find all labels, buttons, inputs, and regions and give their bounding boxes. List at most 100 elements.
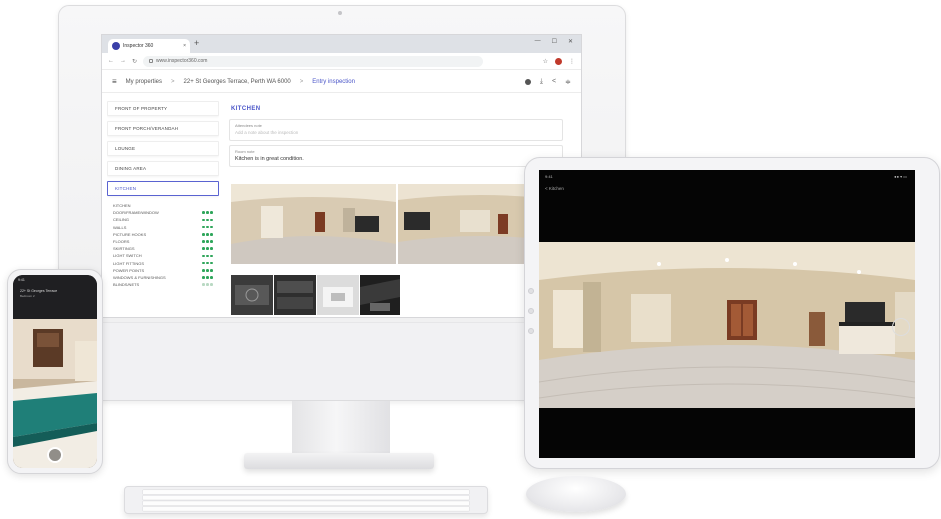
- forward-icon[interactable]: →: [120, 58, 126, 64]
- sidebar-item-dining-area[interactable]: DINING AREA: [107, 161, 219, 176]
- list-item[interactable]: POWER POINTS: [113, 267, 219, 274]
- close-window-button[interactable]: ✕: [568, 38, 573, 45]
- rating-dots-icon: [202, 268, 213, 272]
- tablet-time: 9:41: [545, 174, 553, 179]
- list-item[interactable]: KITCHEN: [113, 202, 219, 209]
- item-label: SKIRTINGS: [113, 246, 135, 252]
- list-item[interactable]: FLOORS: [113, 238, 219, 245]
- rating-dots-icon: [202, 233, 213, 236]
- header-actions: ⤓ < ≑: [524, 78, 571, 86]
- list-item[interactable]: BLINDS/NETS: [113, 281, 219, 288]
- breadcrumb-separator: >: [171, 78, 175, 85]
- kitchen-item-list: KITCHEN DOOR/FRAME/WINDOW CEILING WALLS …: [107, 201, 219, 288]
- list-item[interactable]: SKIRTINGS: [113, 245, 219, 252]
- imac-stand: [292, 401, 390, 459]
- window-controls: — ☐ ✕: [535, 38, 573, 45]
- breadcrumb-inspection[interactable]: Entry inspection: [312, 79, 355, 85]
- rating-dots-icon: [202, 247, 213, 251]
- item-label: CEILING: [113, 217, 130, 223]
- thumbnail-photo[interactable]: [317, 275, 359, 315]
- thumbnail-photo[interactable]: [274, 275, 316, 315]
- list-item[interactable]: WINDOWS & FURNISHINGS: [113, 274, 219, 281]
- room-title: KITCHEN: [231, 106, 261, 112]
- list-item[interactable]: LIGHT SWITCH: [113, 252, 219, 259]
- attendees-note-field[interactable]: Attendees note Add a note about the insp…: [229, 119, 563, 141]
- list-item[interactable]: LIGHT FITTINGS: [113, 260, 219, 267]
- list-item[interactable]: WALLS: [113, 224, 219, 231]
- browser-menu-icon[interactable]: ⋮: [569, 58, 575, 65]
- kitchen-360-panorama[interactable]: [539, 242, 915, 408]
- tablet-side-dot: [528, 288, 534, 294]
- item-label: LIGHT FITTINGS: [113, 260, 145, 266]
- bookmark-star-icon[interactable]: ☆: [543, 58, 548, 65]
- maximize-button[interactable]: ☐: [552, 38, 557, 45]
- download-icon[interactable]: ⤓: [540, 78, 543, 86]
- url-text: www.inspector360.com: [156, 58, 208, 64]
- breadcrumb-separator: >: [299, 78, 304, 85]
- thumbnail-photo[interactable]: [360, 275, 400, 315]
- panorama-photo-1[interactable]: [231, 184, 396, 264]
- tab-title: Inspector 360: [123, 43, 154, 49]
- field-value: Kitchen is in great condition.: [235, 156, 304, 162]
- item-label: WALLS: [113, 224, 127, 230]
- item-label: POWER POINTS: [113, 267, 145, 273]
- thumbnail-photo[interactable]: [231, 275, 273, 315]
- share-icon[interactable]: <: [552, 78, 556, 85]
- rating-dots-icon: [202, 225, 213, 229]
- photo-thumbnails: [231, 275, 400, 315]
- phone-subtitle: Bedroom 2: [20, 294, 35, 298]
- sidebar-item-kitchen[interactable]: KITCHEN: [107, 181, 219, 196]
- list-item[interactable]: CEILING: [113, 216, 219, 223]
- phone-time: 9:41: [18, 278, 25, 282]
- rating-dots-icon: [202, 254, 213, 258]
- keyboard: [124, 486, 488, 514]
- back-icon[interactable]: ←: [108, 58, 114, 64]
- sidebar-item-front-of-property[interactable]: FRONT OF PROPERTY: [107, 101, 219, 116]
- browser-tab[interactable]: Inspector 360 ×: [108, 39, 190, 53]
- item-label: DOOR/FRAME/WINDOW: [113, 210, 159, 216]
- camera-shutter-button[interactable]: [47, 447, 63, 463]
- browser-toolbar-right: ☆ ⋮: [543, 57, 575, 65]
- address-bar: ← → ↻ www.inspector360.com ☆ ⋮: [102, 53, 581, 70]
- room-sidebar: FRONT OF PROPERTY FRONT PORCH/VERANDAH L…: [107, 101, 219, 317]
- bedroom-camera-view: [13, 319, 97, 468]
- list-item[interactable]: DOOR/FRAME/WINDOW: [113, 209, 219, 216]
- imac-base: [244, 453, 434, 469]
- new-tab-button[interactable]: +: [194, 39, 199, 48]
- url-input[interactable]: www.inspector360.com: [143, 55, 484, 67]
- close-tab-icon[interactable]: ×: [183, 43, 186, 49]
- rating-dots-icon: [202, 240, 213, 243]
- tablet-side-dot: [528, 308, 534, 314]
- camera-shutter-button[interactable]: [892, 318, 910, 336]
- rating-dots-icon: [202, 261, 213, 265]
- room-note-field[interactable]: Room note Kitchen is in great condition.: [229, 145, 563, 167]
- rating-dots-icon: [202, 218, 213, 222]
- rating-dots-icon: [202, 283, 213, 286]
- minimize-button[interactable]: —: [535, 38, 541, 45]
- item-label: WINDOWS & FURNISHINGS: [113, 274, 166, 280]
- sidebar-item-front-porch[interactable]: FRONT PORCH/VERANDAH: [107, 121, 219, 136]
- camera-dot: [338, 11, 342, 15]
- app-logo-icon: [112, 42, 120, 50]
- back-button[interactable]: < Kitchen: [545, 186, 564, 191]
- breadcrumb-property[interactable]: 22+ St Georges Terrace, Perth WA 6000: [184, 79, 291, 85]
- phone-screen: 9:41 22+ St Georges Terrace Bedroom 2: [13, 275, 97, 468]
- browser-tab-bar: Inspector 360 × + — ☐ ✕: [102, 35, 581, 53]
- desktop-screen: Inspector 360 × + — ☐ ✕ ← → ↻ www.inspec…: [101, 34, 582, 318]
- breadcrumb-my-properties[interactable]: My properties: [126, 79, 162, 85]
- item-label: KITCHEN: [113, 203, 131, 209]
- info-icon[interactable]: [524, 78, 531, 85]
- list-item[interactable]: PICTURE HOOKS: [113, 231, 219, 238]
- tablet-status-icons: ●● ▾ ▭: [894, 174, 907, 179]
- lock-icon: [149, 59, 154, 63]
- field-placeholder: Add a note about the inspection: [235, 130, 299, 135]
- profile-avatar[interactable]: [555, 57, 562, 65]
- smartphone: 9:41 22+ St Georges Terrace Bedroom 2: [7, 269, 103, 474]
- hamburger-menu-icon[interactable]: ≡: [112, 77, 117, 86]
- reload-icon[interactable]: ↻: [132, 58, 137, 65]
- panorama-gallery: [231, 184, 563, 264]
- phone-title: 22+ St Georges Terrace: [20, 289, 58, 293]
- sidebar-item-lounge[interactable]: LOUNGE: [107, 141, 219, 156]
- filter-icon[interactable]: ≑: [565, 78, 571, 86]
- item-label: PICTURE HOOKS: [113, 231, 147, 237]
